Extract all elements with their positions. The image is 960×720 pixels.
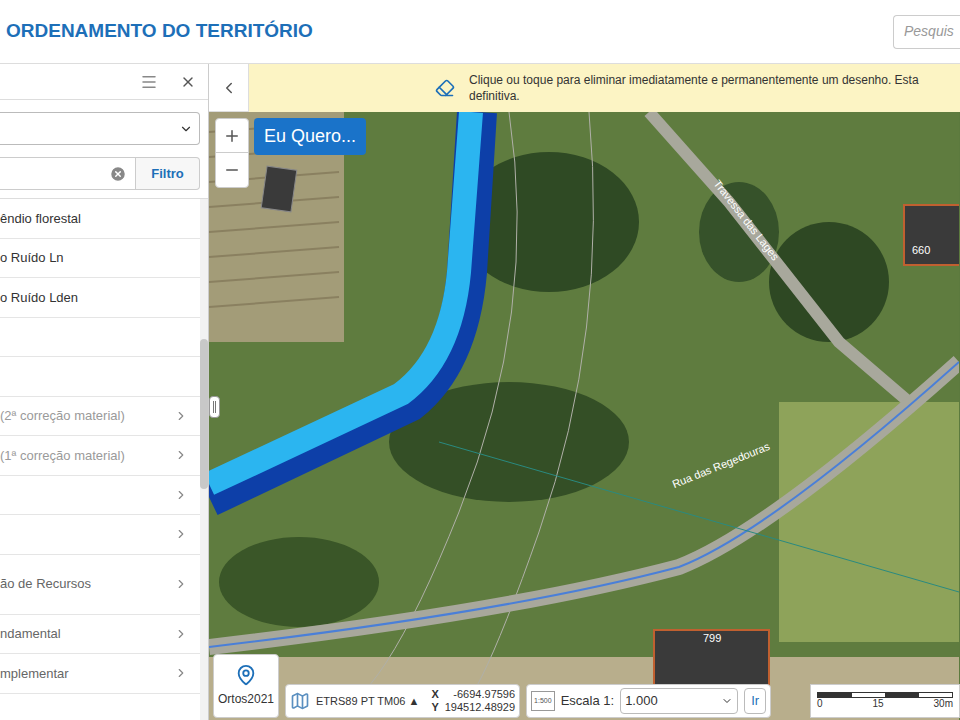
chevron-left-icon (220, 79, 238, 97)
scrollbar-thumb[interactable] (200, 339, 208, 489)
sidebar-item[interactable]: ndamental (0, 615, 200, 655)
sidebar-item[interactable]: o Ruído Lden (0, 278, 200, 318)
sidebar-item[interactable]: ão de Recursos (0, 555, 200, 615)
sidebar-item[interactable]: mplementar (0, 654, 200, 694)
sidebar-item[interactable] (0, 318, 200, 358)
filter-input[interactable] (0, 157, 136, 190)
clear-icon[interactable] (109, 165, 127, 183)
sidebar-item[interactable]: (2ª correção material) (0, 397, 200, 437)
status-bar: Ortos2021ETRS89 PT TM06 ▲X-6694.97596Y19… (213, 654, 960, 718)
collapse-button[interactable] (209, 64, 249, 112)
chevron-right-icon (174, 409, 188, 423)
close-icon[interactable] (180, 74, 196, 90)
basemap-button[interactable]: Ortos2021 (213, 654, 279, 718)
scrollbar[interactable] (200, 199, 208, 720)
menu-icon[interactable] (140, 73, 158, 91)
layer-list: êndio florestalo Ruído Lno Ruído Lden (2ª… (0, 199, 200, 720)
crs-icon (290, 691, 310, 711)
chevron-down-icon (721, 695, 733, 707)
filter-button[interactable]: Filtro (136, 157, 200, 190)
sidebar-item[interactable] (0, 476, 200, 516)
sidebar-item[interactable]: (1ª correção material) (0, 436, 200, 476)
search-input[interactable]: Pesquis (893, 15, 960, 49)
chevron-right-icon (174, 666, 188, 680)
crs-label[interactable]: ETRS89 PT TM06 ▲ (316, 693, 419, 710)
aerial-map-icon (209, 112, 959, 720)
building-number: 799 (703, 630, 721, 647)
chevron-right-icon (174, 488, 188, 502)
chevron-right-icon (174, 527, 188, 541)
coordinates: ETRS89 PT TM06 ▲X-6694.97596Y194512.4892… (285, 684, 520, 718)
scale-bar: 01530m (810, 684, 960, 718)
building-number: 660 (912, 242, 930, 259)
chevron-right-icon (174, 577, 188, 591)
sidebar-item[interactable]: o Ruído Ln (0, 239, 200, 279)
app: ORDENAMENTO DO TERRITÓRIO Pesquis Filtro ên… (0, 0, 960, 720)
chevron-down-icon (179, 122, 193, 136)
plus-icon (223, 127, 241, 145)
header: ORDENAMENTO DO TERRITÓRIO Pesquis (0, 0, 960, 64)
app-title: ORDENAMENTO DO TERRITÓRIO (6, 17, 313, 46)
zoom-in-button[interactable] (216, 119, 248, 153)
chevron-right-icon (174, 627, 188, 641)
eraser-icon (435, 78, 455, 98)
sidebar-item[interactable] (0, 357, 200, 397)
scale-select[interactable]: 1.000 (620, 688, 738, 714)
layer-select[interactable] (0, 112, 200, 145)
banner-text: definitiva. (469, 88, 919, 104)
zoom-out-button[interactable] (216, 153, 248, 187)
panel-handle[interactable] (209, 396, 220, 418)
minus-icon (223, 161, 241, 179)
go-button[interactable]: Ir (744, 688, 766, 714)
scale-icon[interactable]: 1:500 (531, 691, 555, 712)
banner-text: Clique ou toque para eliminar imediatame… (469, 72, 919, 88)
zoom-control (215, 118, 249, 188)
sidebar-item[interactable]: êndio florestal (0, 199, 200, 239)
sidebar-item[interactable] (0, 515, 200, 555)
map[interactable]: Travessa das LagesRua das Regedouras6607… (209, 112, 960, 720)
action-button[interactable]: Eu Quero... (254, 118, 366, 155)
chevron-right-icon (174, 448, 188, 462)
scale-control: 1:500Escala 1:1.000Ir (526, 684, 771, 718)
basemap-icon (235, 664, 257, 686)
banner: Clique ou toque para eliminar imediatame… (209, 64, 960, 112)
layer-panel: Filtro êndio florestalo Ruído Lno Ruído L… (0, 64, 209, 720)
